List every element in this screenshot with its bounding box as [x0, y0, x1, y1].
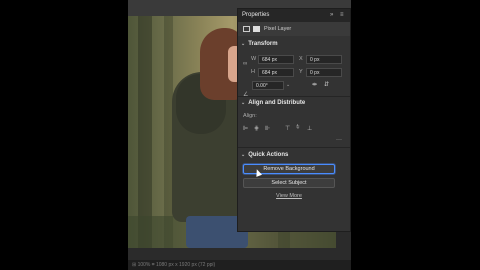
align-section-header[interactable]: ⌄ Align and Distribute [241, 100, 305, 106]
mask-icon[interactable] [253, 26, 260, 32]
status-bar: ⊞ 100% ⌗ 1080 px x 1920 px (72 ppi) [128, 260, 351, 270]
panel-title[interactable]: Properties [242, 9, 269, 22]
flip-vertical-icon[interactable]: ⇵ [324, 81, 329, 88]
section-divider [238, 147, 350, 148]
flip-horizontal-icon[interactable]: ⇹ [312, 81, 317, 88]
panel-header: Properties » ≡ [238, 9, 350, 22]
align-title: Align and Distribute [248, 100, 306, 106]
letterbox-left [0, 0, 128, 270]
transform-section-header[interactable]: ⌄ Transform [241, 41, 278, 47]
angle-value: 0.00° [256, 83, 268, 89]
align-top-icon[interactable]: ⊤ [285, 125, 290, 132]
hamburger-icon[interactable]: ≡ [340, 9, 344, 22]
x-value: 0 px [310, 57, 320, 63]
tree-trunk [138, 16, 152, 248]
align-bottom-icon[interactable]: ⊥ [307, 125, 312, 132]
chevron-down-icon: ⌄ [241, 100, 246, 106]
align-right-icon[interactable]: ⊪ [265, 125, 270, 132]
width-label: W [251, 56, 257, 62]
width-value: 684 px [262, 57, 278, 63]
select-subject-button[interactable]: Select Subject [243, 178, 335, 188]
status-text: ⊞ 100% ⌗ 1080 px x 1920 px (72 ppi) [132, 262, 216, 268]
layer-icon [243, 26, 250, 32]
chevron-down-icon: ⌄ [241, 152, 246, 158]
align-left-icon[interactable]: ⊫ [243, 125, 248, 132]
photoshop-window: ⊞ 100% ⌗ 1080 px x 1920 px (72 ppi) Prop… [128, 0, 351, 270]
width-field[interactable]: 684 px [258, 55, 294, 64]
section-divider [238, 96, 350, 97]
chevron-down-icon: ⌄ [241, 41, 246, 47]
transform-title: Transform [248, 41, 278, 47]
link-icon[interactable]: ∞ [243, 61, 247, 67]
height-value: 684 px [262, 70, 278, 76]
height-label: H [251, 69, 255, 75]
y-field[interactable]: 0 px [306, 68, 342, 77]
properties-panel: Properties » ≡ Pixel Layer ⌄ Transform ∞ … [237, 8, 351, 232]
angle-field[interactable]: 0.00° [252, 81, 284, 90]
layer-type-row: Pixel Layer [238, 22, 350, 36]
quick-actions-title: Quick Actions [248, 152, 289, 158]
x-label: X [299, 56, 303, 62]
align-center-vertical-icon[interactable]: ⫩ [296, 125, 299, 132]
quick-actions-section-header[interactable]: ⌄ Quick Actions [241, 152, 288, 158]
y-value: 0 px [310, 70, 320, 76]
height-field[interactable]: 684 px [258, 68, 294, 77]
align-center-horizontal-icon[interactable]: ⋕ [254, 125, 259, 132]
y-label: Y [299, 69, 303, 75]
view-more-link[interactable]: View More [238, 193, 340, 199]
letterbox-right [351, 0, 480, 270]
layer-type-label: Pixel Layer [264, 26, 292, 32]
chevron-down-icon[interactable]: ⌄ [286, 82, 290, 88]
more-icon[interactable]: ··· [336, 137, 342, 143]
x-field[interactable]: 0 px [306, 55, 342, 64]
double-chevron-icon[interactable]: » [330, 9, 333, 22]
align-label: Align: [243, 113, 257, 119]
